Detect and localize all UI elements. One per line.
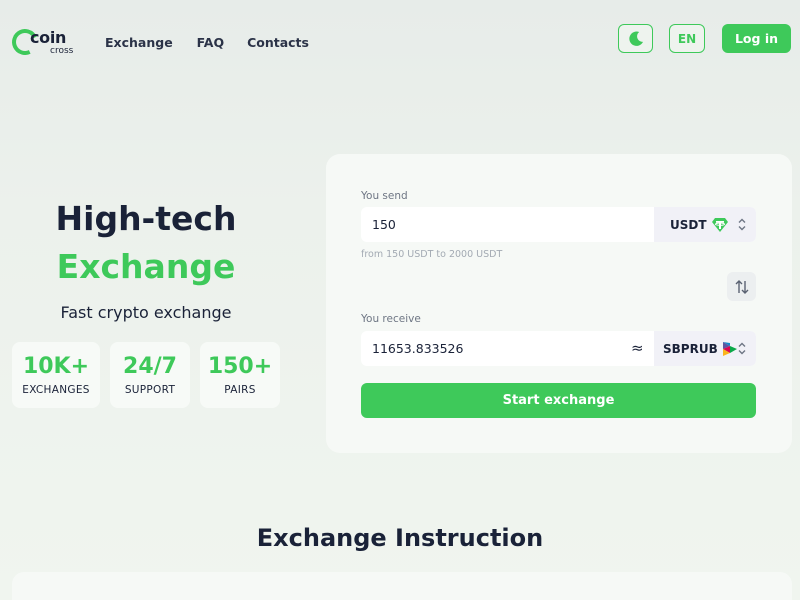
hero-title-line2: Exchange <box>56 247 236 286</box>
send-currency-select[interactable]: USDT <box>654 207 756 242</box>
approx-symbol: ≈ <box>631 339 644 357</box>
logo-main-text: coin <box>30 28 67 47</box>
chevron-updown-icon <box>738 218 746 231</box>
limit-hint: from 150 USDT to 2000 USDT <box>361 249 503 260</box>
receive-currency-select[interactable]: SBPRUB <box>654 331 756 366</box>
receive-amount-value: 11653.833526 <box>372 341 464 356</box>
login-button[interactable]: Log in <box>722 24 791 53</box>
send-field[interactable]: 150 USDT <box>361 207 756 242</box>
stat-value: 10K+ <box>22 354 90 379</box>
stat-value: 24/7 <box>123 354 177 379</box>
swap-arrows-icon <box>735 279 748 294</box>
nav-contacts-link[interactable]: Contacts <box>247 34 309 52</box>
language-button[interactable]: EN <box>669 24 705 53</box>
stat-value: 150+ <box>207 354 273 379</box>
logo[interactable]: coin cross <box>8 25 74 59</box>
stat-card-pairs: 150+ PAIRS <box>200 342 280 408</box>
nav-faq-link[interactable]: FAQ <box>197 34 224 52</box>
receive-label: You receive <box>361 313 421 325</box>
instruction-panel <box>12 572 792 600</box>
stat-label: PAIRS <box>224 384 256 396</box>
stat-card-support: 24/7 SUPPORT <box>110 342 190 408</box>
logo-sub-text: cross <box>50 46 74 56</box>
receive-field[interactable]: 11653.833526 ≈ SBPRUB <box>361 331 756 366</box>
receive-currency-code: SBPRUB <box>663 341 718 356</box>
send-amount-input[interactable]: 150 <box>372 216 396 233</box>
tether-icon <box>711 217 728 232</box>
stat-card-exchanges: 10K+ EXCHANGES <box>12 342 100 408</box>
exchange-card: You send 150 USDT from 150 USDT to 2000 … <box>326 154 792 453</box>
hero-title-line1: High-tech <box>55 199 237 238</box>
start-exchange-button[interactable]: Start exchange <box>361 383 756 418</box>
send-currency-code: USDT <box>670 217 707 232</box>
nav-exchange-link[interactable]: Exchange <box>105 34 173 52</box>
sbp-icon <box>722 341 737 356</box>
stat-label: SUPPORT <box>124 384 176 396</box>
instruction-title: Exchange Instruction <box>256 524 544 552</box>
send-label: You send <box>361 190 408 202</box>
main-nav: Exchange FAQ Contacts <box>105 34 309 52</box>
chevron-updown-icon <box>738 342 746 355</box>
moon-icon <box>628 30 643 46</box>
theme-toggle-button[interactable] <box>618 24 653 53</box>
hero-subtitle: Fast crypto exchange <box>60 303 232 322</box>
swap-button[interactable] <box>727 272 756 301</box>
stat-label: EXCHANGES <box>22 384 90 396</box>
